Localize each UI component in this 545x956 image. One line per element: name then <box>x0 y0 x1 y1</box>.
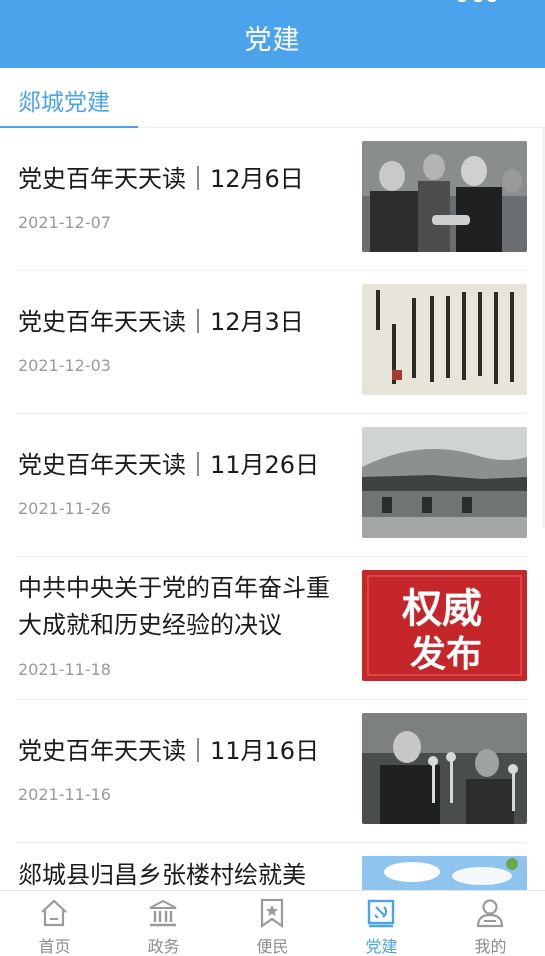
app-screen: 党建 郯城党建 党史百年天天读｜12月6日 2021-12-07 党史百年天天读… <box>0 0 545 956</box>
nav-item-government[interactable]: 政务 <box>109 891 218 956</box>
article-title: 郯城县归昌乡张楼村绘就美 <box>18 861 306 889</box>
article-date: 2021-11-16 <box>18 785 111 804</box>
nav-label: 便民 <box>256 937 289 956</box>
article-title: 党史百年天天读｜11月26日 <box>18 451 320 479</box>
article-date: 2021-12-07 <box>18 213 111 232</box>
nav-item-profile[interactable]: 我的 <box>436 891 545 956</box>
article-thumbnail-blue-sky[interactable] <box>362 856 527 890</box>
app-header: 党建 <box>0 0 545 68</box>
nav-label: 党建 <box>365 937 398 956</box>
user-profile-icon <box>474 897 506 929</box>
thumb-text-release: 发布 <box>410 634 482 675</box>
authoritative-release-banner-image: 权威 发布 <box>362 570 527 681</box>
article-title: 党史百年天天读｜11月16日 <box>18 737 320 765</box>
nav-item-convenience[interactable]: 便民 <box>218 891 327 956</box>
list-item[interactable]: 党史百年天天读｜11月16日 2021-11-16 <box>0 700 545 843</box>
article-thumbnail-old-farmhouse[interactable] <box>362 427 527 538</box>
article-thumbnail-leaders-handshake[interactable] <box>362 141 527 252</box>
article-title: 党史百年天天读｜12月3日 <box>18 308 304 336</box>
nav-item-party[interactable]: 党建 <box>327 891 436 956</box>
article-thumbnail-authoritative-release[interactable]: 权威 发布 <box>362 570 527 681</box>
article-title: 中共中央关于党的百年奋斗重大成就和历史经验的决议 <box>18 574 330 639</box>
article-thumbnail-calligraphy[interactable] <box>362 284 527 395</box>
party-emblem-icon <box>365 897 397 929</box>
article-date: 2021-11-26 <box>18 499 111 518</box>
bookmark-star-icon <box>256 897 288 929</box>
government-building-icon <box>147 897 179 929</box>
bottom-navigation: 首页 政务 便民 党建 我的 <box>0 890 545 956</box>
photo-blue-sky-trees-image <box>362 856 527 890</box>
calligraphy-inscription-image <box>362 284 527 395</box>
list-item[interactable]: 党史百年天天读｜12月3日 2021-12-03 <box>0 271 545 414</box>
nav-item-home[interactable]: 首页 <box>0 891 109 956</box>
nav-label: 首页 <box>38 937 71 956</box>
nav-label: 我的 <box>474 937 507 956</box>
list-item[interactable]: 党史百年天天读｜11月26日 2021-11-26 <box>0 414 545 557</box>
article-date: 2021-12-03 <box>18 356 111 375</box>
photo-old-farmhouse-image <box>362 427 527 538</box>
tab-bar: 郯城党建 <box>0 68 545 128</box>
article-thumbnail-speaker-microphones[interactable] <box>362 713 527 824</box>
home-icon <box>38 897 70 929</box>
article-date: 2021-11-18 <box>18 660 111 679</box>
article-title: 党史百年天天读｜12月6日 <box>18 165 304 193</box>
tab-tancheng-party[interactable]: 郯城党建 <box>0 68 138 128</box>
thumb-text-authority: 权威 <box>401 586 482 632</box>
list-item[interactable]: 郯城县归昌乡张楼村绘就美 <box>0 843 545 890</box>
nav-label: 政务 <box>147 937 180 956</box>
page-title: 党建 <box>244 25 301 56</box>
status-bar-icons <box>457 0 497 4</box>
tab-label: 郯城党建 <box>18 90 110 116</box>
article-list[interactable]: 党史百年天天读｜12月6日 2021-12-07 党史百年天天读｜12月3日 2… <box>0 128 545 890</box>
list-item[interactable]: 中共中央关于党的百年奋斗重大成就和历史经验的决议 2021-11-18 权威 发… <box>0 557 545 700</box>
photo-leaders-handshake-image <box>362 141 527 252</box>
photo-speaker-microphones-image <box>362 713 527 824</box>
list-item[interactable]: 党史百年天天读｜12月6日 2021-12-07 <box>0 128 545 271</box>
